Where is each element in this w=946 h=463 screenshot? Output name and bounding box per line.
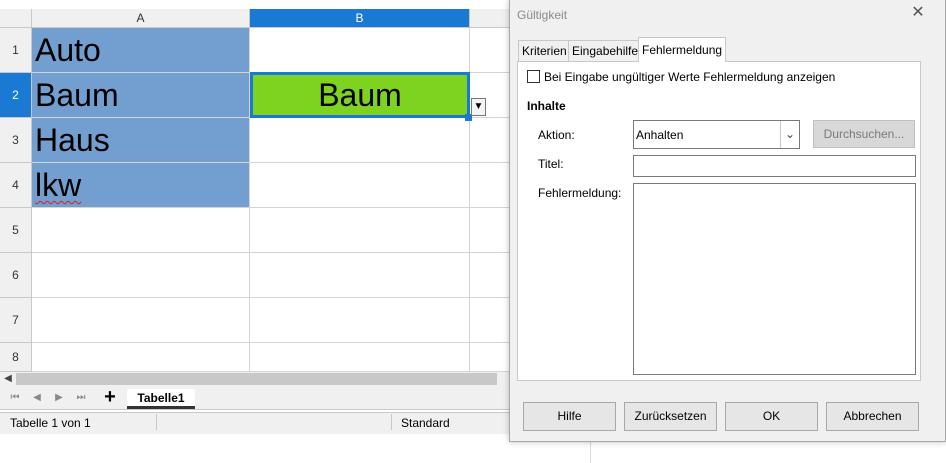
tab-eingabehilfe[interactable]: Eingabehilfe (568, 40, 643, 61)
fehlermeldung-label: Fehlermeldung: (538, 186, 622, 200)
dialog-title: Gültigkeit (517, 8, 568, 22)
cell-a6[interactable] (32, 253, 250, 298)
cell-b5[interactable] (250, 208, 470, 253)
page-style: Standard (401, 416, 450, 430)
cell-b6[interactable] (250, 253, 470, 298)
row-header-7[interactable]: 7 (0, 298, 32, 343)
cell-b4[interactable] (250, 163, 470, 208)
cell-a8[interactable] (32, 343, 250, 372)
first-sheet-icon[interactable]: ⏮ (8, 390, 22, 406)
cell-c7[interactable] (470, 298, 510, 343)
next-sheet-icon[interactable]: ▶ (52, 390, 66, 406)
row-header-8[interactable]: 8 (0, 343, 32, 372)
cell-c6[interactable] (470, 253, 510, 298)
tab-fehlermeldung[interactable]: Fehlermeldung (638, 37, 727, 62)
cell-c4[interactable] (470, 163, 510, 208)
cancel-button[interactable]: Abbrechen (826, 402, 919, 431)
status-separator (391, 414, 392, 430)
cell-a2[interactable]: Baum (32, 73, 250, 118)
cell-a1[interactable]: Auto (32, 28, 250, 73)
cell-b2-selected[interactable]: Baum (250, 72, 470, 118)
cell-b1[interactable] (250, 28, 470, 73)
last-sheet-icon[interactable]: ⏭ (74, 390, 88, 406)
cell-a7[interactable] (32, 298, 250, 343)
row-header-4[interactable]: 4 (0, 163, 32, 208)
cell-a4-text: lkw (35, 167, 82, 203)
row-header-6[interactable]: 6 (0, 253, 32, 298)
row-header-1[interactable]: 1 (0, 28, 32, 73)
help-button[interactable]: Hilfe (523, 402, 616, 431)
row-header-5[interactable]: 5 (0, 208, 32, 253)
cell-b8[interactable] (250, 343, 470, 372)
cell-a4[interactable]: lkw (32, 163, 250, 208)
fehlermeldung-textarea[interactable] (633, 183, 916, 375)
cell-b7[interactable] (250, 298, 470, 343)
aktion-select-value: Anhalten (636, 128, 684, 142)
cell-b3[interactable] (250, 118, 470, 163)
close-icon[interactable]: ✕ (908, 3, 928, 23)
select-all-corner[interactable] (0, 9, 32, 28)
column-header-b[interactable]: B (250, 9, 470, 28)
cell-c1[interactable] (470, 28, 510, 73)
scroll-left-icon[interactable]: ◀ (2, 372, 14, 386)
add-sheet-icon[interactable]: + (102, 387, 118, 407)
show-error-checkbox-label[interactable]: Bei Eingabe ungültiger Werte Fehlermeldu… (544, 70, 835, 84)
sheet-info: Tabelle 1 von 1 (10, 416, 91, 430)
previous-sheet-icon[interactable]: ◀ (30, 390, 44, 406)
cell-c8[interactable] (470, 343, 510, 372)
row-header-3[interactable]: 3 (0, 118, 32, 163)
browse-button[interactable]: Durchsuchen... (813, 120, 915, 148)
validity-dropdown-button[interactable]: ▼ (471, 98, 486, 116)
show-error-checkbox[interactable] (527, 70, 540, 83)
scrollbar-thumb[interactable] (16, 373, 497, 385)
sheet-tab[interactable]: Tabelle1 (127, 389, 195, 409)
tab-kriterien[interactable]: Kriterien (518, 40, 571, 61)
row-header-2[interactable]: 2 (0, 73, 32, 118)
cell-c5[interactable] (470, 208, 510, 253)
status-separator (156, 414, 157, 430)
titel-input[interactable] (633, 155, 916, 177)
column-header-a[interactable]: A (32, 9, 250, 28)
column-header-c[interactable] (470, 9, 510, 28)
reset-button[interactable]: Zurücksetzen (624, 402, 717, 431)
chevron-down-icon[interactable]: ⌄ (780, 121, 799, 148)
section-title: Inhalte (527, 99, 566, 113)
cell-c3[interactable] (470, 118, 510, 163)
aktion-label: Aktion: (538, 128, 575, 142)
chevron-down-icon: ▼ (473, 101, 484, 112)
titel-label: Titel: (538, 157, 564, 171)
cell-a5[interactable] (32, 208, 250, 253)
ok-button[interactable]: OK (725, 402, 818, 431)
cell-a3[interactable]: Haus (32, 118, 250, 163)
